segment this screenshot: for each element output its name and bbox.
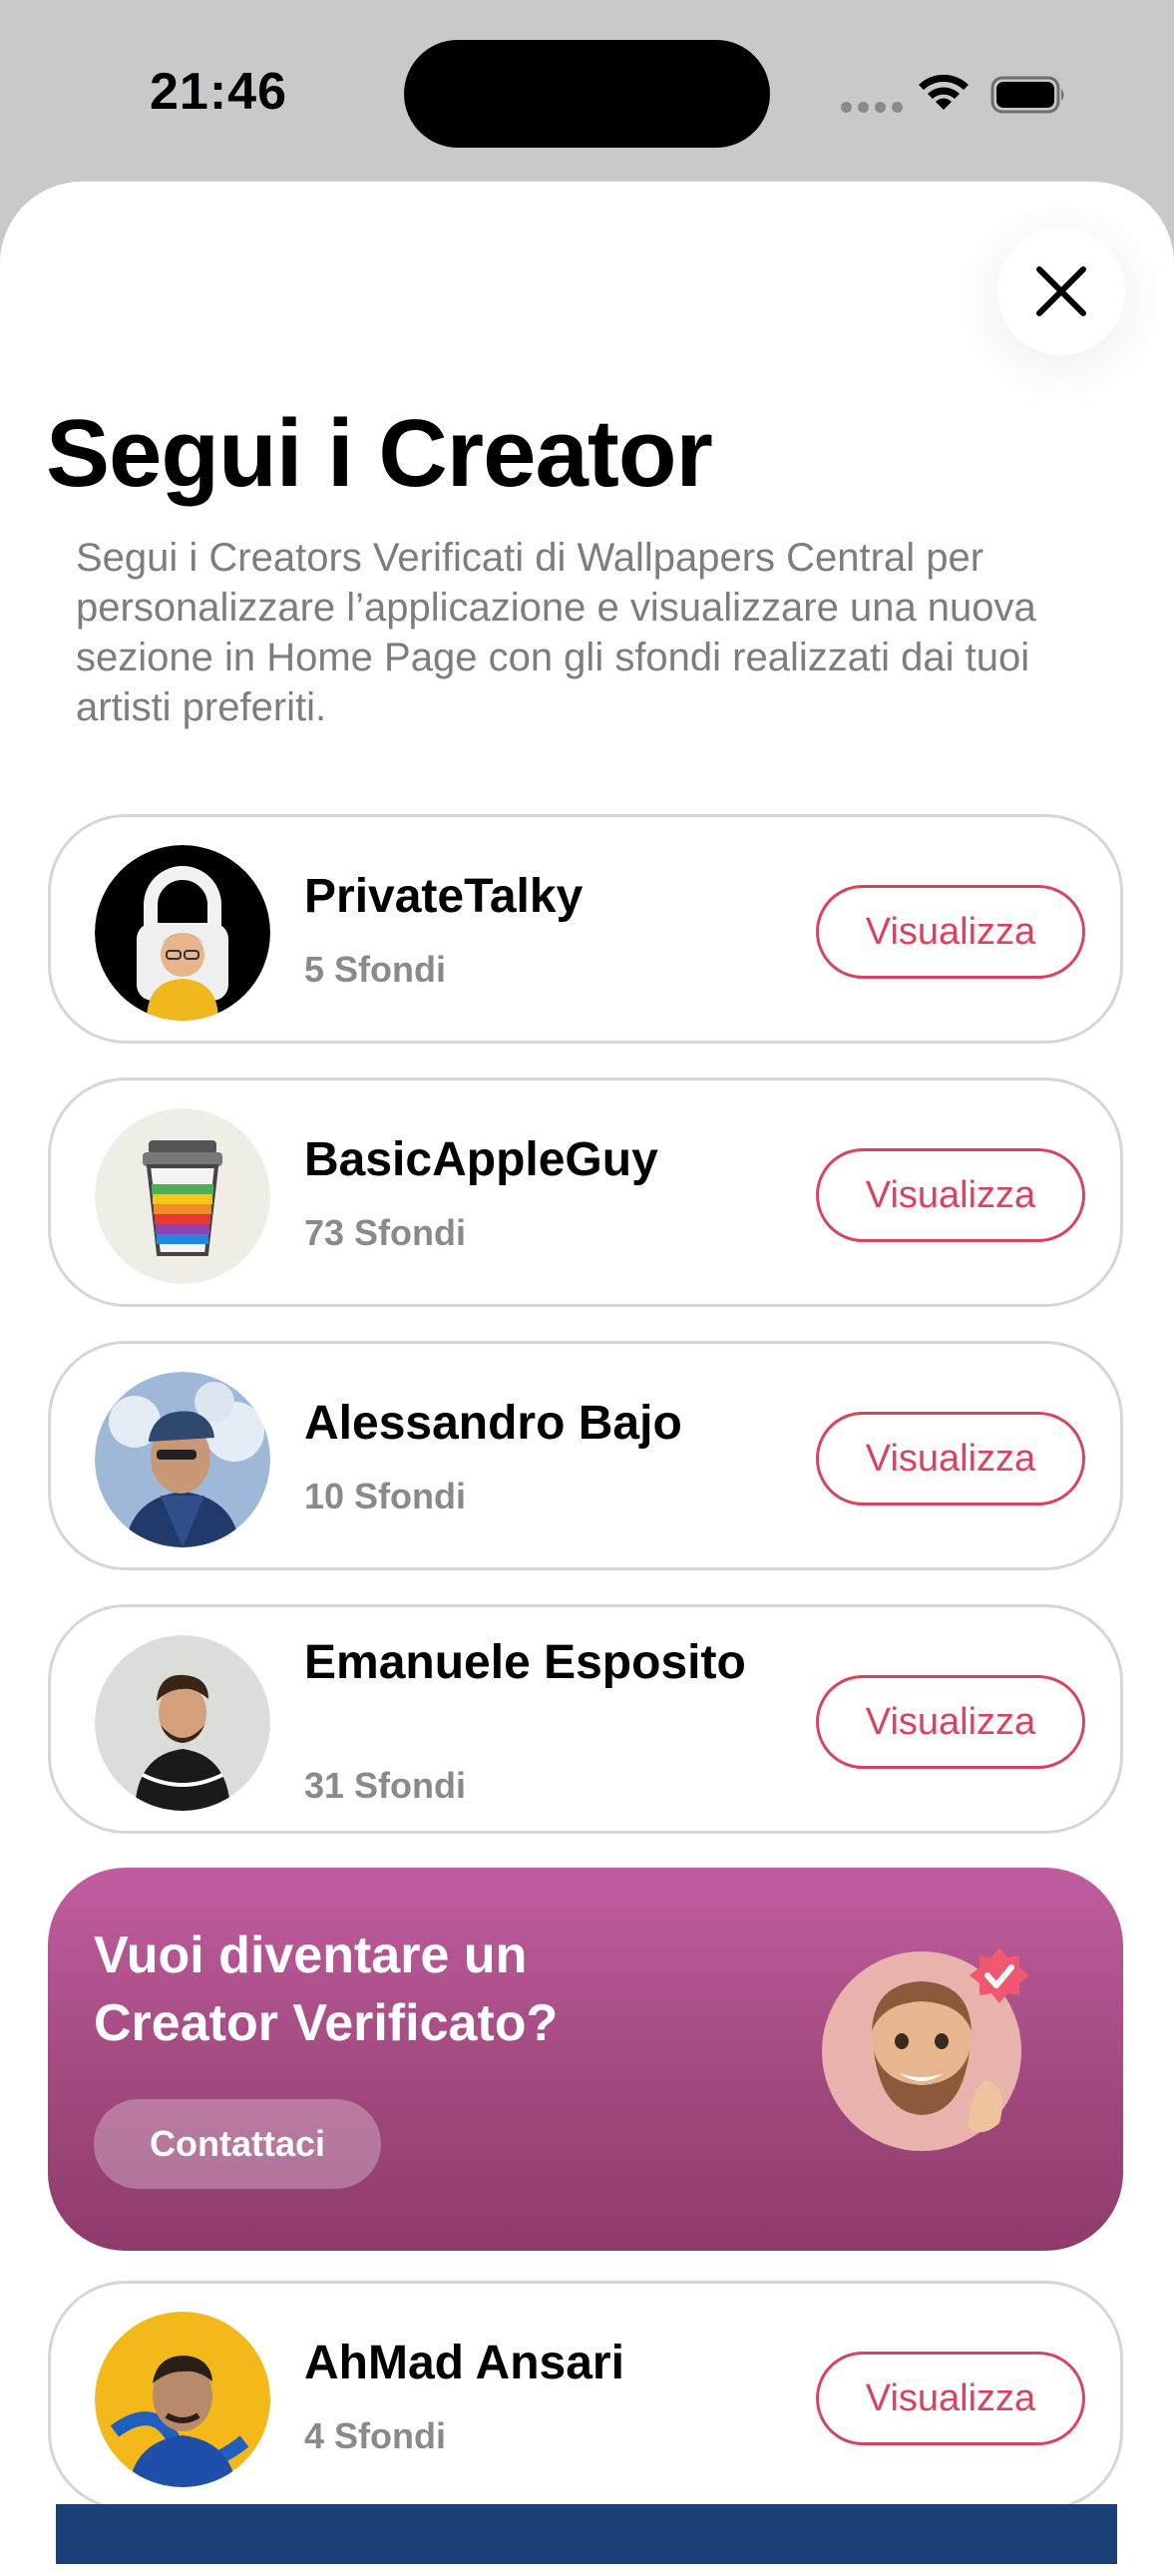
avatar <box>95 2312 270 2487</box>
promo-title: Vuoi diventare un Creator Verificato? <box>94 1927 559 2052</box>
creator-name: Alessandro Bajo <box>304 1397 682 1450</box>
battery-icon <box>990 76 1064 114</box>
page-subtitle: Segui i Creators Verificati di Wallpaper… <box>76 536 1036 729</box>
view-button[interactable]: Visualizza <box>816 1675 1085 1769</box>
view-button[interactable]: Visualizza <box>816 2352 1085 2445</box>
view-button[interactable]: Visualizza <box>816 1412 1085 1505</box>
wifi-icon <box>919 74 969 110</box>
creator-card-emanuele-esposito[interactable]: Emanuele Esposito 31 Sfondi Visualizza <box>48 1604 1123 1834</box>
avatar <box>95 1372 270 1547</box>
cellular-dots-icon <box>841 102 903 113</box>
contact-button[interactable]: Contattaci <box>94 2099 381 2189</box>
background-peek <box>56 2504 1117 2564</box>
view-button[interactable]: Visualizza <box>816 1148 1085 1242</box>
creator-card-privatetalky[interactable]: PrivateTalky 5 Sfondi Visualizza <box>48 814 1123 1044</box>
close-icon <box>1036 266 1086 316</box>
avatar <box>95 1635 270 1811</box>
status-bar: 21:46 <box>0 0 1174 180</box>
close-button[interactable] <box>997 227 1125 355</box>
creator-wallpaper-count: 73 Sfondi <box>304 1212 467 1253</box>
become-creator-banner: Vuoi diventare un Creator Verificato? Co… <box>48 1868 1123 2251</box>
creators-sheet: Segui i Creator Segui i Creators Verific… <box>0 182 1174 2576</box>
avatar <box>95 845 270 1021</box>
avatar <box>95 1108 270 1284</box>
dynamic-island <box>404 40 770 148</box>
creator-name: AhMad Ansari <box>304 2337 624 2389</box>
creator-card-basicappleguy[interactable]: BasicAppleGuy 73 Sfondi Visualizza <box>48 1077 1123 1307</box>
status-time: 21:46 <box>150 63 287 121</box>
creator-name: PrivateTalky <box>304 870 584 923</box>
creator-name: Emanuele Esposito <box>304 1636 746 1689</box>
creator-wallpaper-count: 5 Sfondi <box>304 949 446 990</box>
creator-wallpaper-count: 10 Sfondi <box>304 1476 467 1516</box>
creator-name: BasicAppleGuy <box>304 1133 658 1186</box>
page-title: Segui i Creator <box>46 400 713 507</box>
memoji-avatar <box>822 1947 1029 2151</box>
creator-wallpaper-count: 4 Sfondi <box>304 2415 446 2456</box>
creator-card-alessandro-bajo[interactable]: Alessandro Bajo 10 Sfondi Visualizza <box>48 1341 1123 1570</box>
view-button[interactable]: Visualizza <box>816 885 1085 979</box>
creator-wallpaper-count: 31 Sfondi <box>304 1765 467 1806</box>
creator-card-ahmad-ansari[interactable]: AhMad Ansari 4 Sfondi Visualizza <box>48 2281 1123 2510</box>
